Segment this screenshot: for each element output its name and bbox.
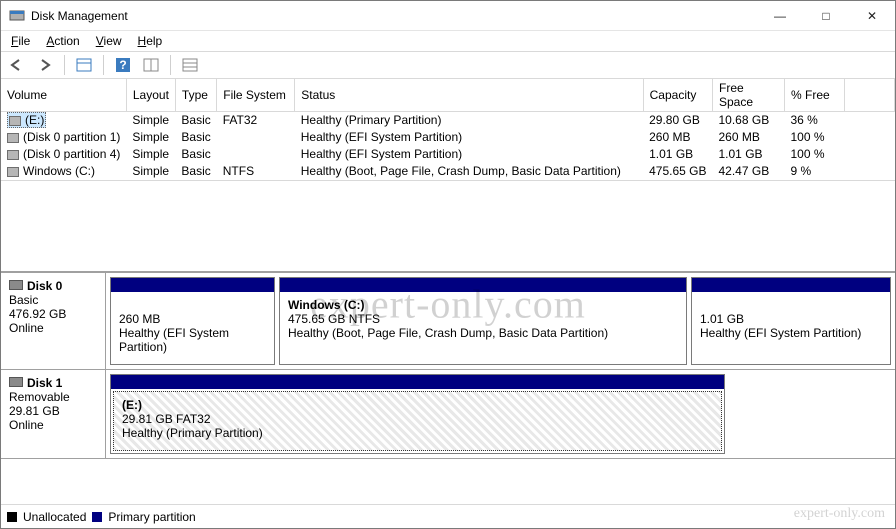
table-row[interactable]: Windows (C:)SimpleBasicNTFSHealthy (Boot…	[1, 163, 895, 180]
volume-list[interactable]: Volume Layout Type File System Status Ca…	[1, 79, 895, 181]
drive-icon	[9, 116, 21, 126]
svg-text:?: ?	[119, 58, 126, 72]
partition[interactable]: (E:)29.81 GB FAT32Healthy (Primary Parti…	[110, 374, 725, 454]
help-button[interactable]: ?	[111, 53, 135, 77]
close-button[interactable]: ✕	[849, 1, 895, 31]
partition-header	[692, 278, 890, 292]
legend-primary: Primary partition	[108, 510, 195, 524]
disk-row: Disk 0Basic476.92 GBOnline260 MBHealthy …	[1, 272, 895, 370]
menu-file[interactable]: File	[5, 32, 36, 50]
drive-icon	[7, 167, 19, 177]
table-row[interactable]: (Disk 0 partition 1)SimpleBasicHealthy (…	[1, 129, 895, 146]
partition-header	[111, 375, 724, 389]
unallocated-swatch	[7, 512, 17, 522]
col-type[interactable]: Type	[175, 79, 216, 112]
settings-view-button[interactable]	[139, 53, 163, 77]
col-status[interactable]: Status	[295, 79, 643, 112]
partition-header	[280, 278, 686, 292]
menu-bar: File Action View Help	[1, 31, 895, 51]
forward-button[interactable]	[33, 53, 57, 77]
col-pctfree[interactable]: % Free	[785, 79, 845, 112]
col-free[interactable]: Free Space	[713, 79, 785, 112]
col-volume[interactable]: Volume	[1, 79, 126, 112]
col-empty[interactable]	[845, 79, 895, 112]
table-row[interactable]: (E:)SimpleBasicFAT32Healthy (Primary Par…	[1, 112, 895, 129]
disk-icon	[9, 280, 23, 290]
col-layout[interactable]: Layout	[126, 79, 175, 112]
legend-unallocated: Unallocated	[23, 510, 86, 524]
disk-label[interactable]: Disk 1Removable29.81 GBOnline	[1, 370, 106, 458]
partition[interactable]: Windows (C:)475.65 GB NTFSHealthy (Boot,…	[279, 277, 687, 365]
toolbar: ?	[1, 51, 895, 79]
minimize-button[interactable]: —	[757, 1, 803, 31]
maximize-button[interactable]: □	[803, 1, 849, 31]
legend: Unallocated Primary partition	[1, 504, 895, 528]
col-capacity[interactable]: Capacity	[643, 79, 712, 112]
menu-view[interactable]: View	[90, 32, 128, 50]
window-title: Disk Management	[31, 9, 757, 23]
disk-label[interactable]: Disk 0Basic476.92 GBOnline	[1, 273, 106, 369]
col-fs[interactable]: File System	[217, 79, 295, 112]
partition[interactable]: 1.01 GBHealthy (EFI System Partition)	[691, 277, 891, 365]
partition[interactable]: 260 MBHealthy (EFI System Partition)	[110, 277, 275, 365]
view-button[interactable]	[72, 53, 96, 77]
partition-header	[111, 278, 274, 292]
drive-icon	[7, 133, 19, 143]
app-icon	[9, 8, 25, 24]
list-view-button[interactable]	[178, 53, 202, 77]
disk-graphic-pane: Disk 0Basic476.92 GBOnline260 MBHealthy …	[1, 271, 895, 459]
title-bar: Disk Management — □ ✕	[1, 1, 895, 31]
drive-icon	[7, 150, 19, 160]
disk-icon	[9, 377, 23, 387]
menu-help[interactable]: Help	[132, 32, 169, 50]
primary-swatch	[92, 512, 102, 522]
back-button[interactable]	[5, 53, 29, 77]
table-row[interactable]: (Disk 0 partition 4)SimpleBasicHealthy (…	[1, 146, 895, 163]
menu-action[interactable]: Action	[40, 32, 85, 50]
disk-row: Disk 1Removable29.81 GBOnline(E:)29.81 G…	[1, 370, 895, 459]
